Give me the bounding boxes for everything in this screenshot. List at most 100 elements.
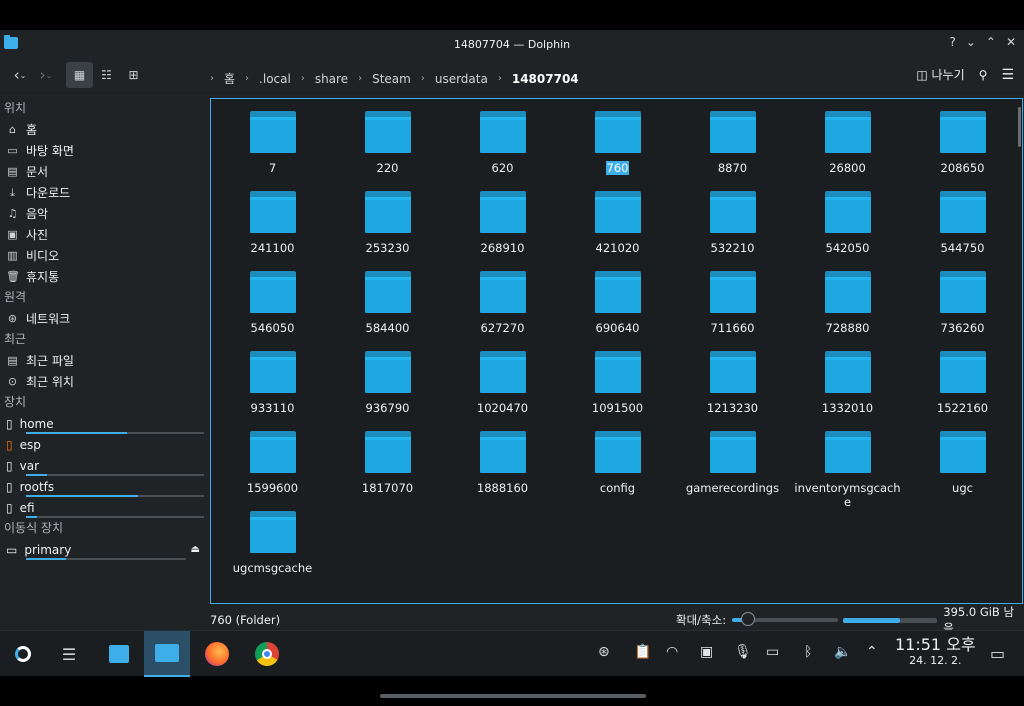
folder-item[interactable]: 1817070: [330, 431, 445, 511]
split-button[interactable]: ◫ 나누기: [916, 66, 964, 83]
wifi-icon[interactable]: ◠: [666, 644, 678, 660]
device-esp[interactable]: ▯ esp: [0, 434, 208, 455]
vertical-scrollbar[interactable]: [1017, 99, 1022, 603]
volume-icon[interactable]: 🔈: [834, 644, 851, 660]
icons-view-button[interactable]: ▦: [66, 62, 93, 88]
sidebar-item-recent-locations[interactable]: ⊙ 최근 위치: [0, 371, 208, 392]
sidebar-item-desktop[interactable]: ▭ 바탕 화면: [0, 140, 208, 161]
sidebar-item-documents[interactable]: ▤ 문서: [0, 161, 208, 182]
folder-item[interactable]: 933110: [215, 351, 330, 431]
sidebar-item-downloads[interactable]: ⤓ 다운로드: [0, 182, 208, 203]
folder-item[interactable]: 627270: [445, 271, 560, 351]
folder-item[interactable]: 711660: [675, 271, 790, 351]
folder-item[interactable]: 1888160: [445, 431, 560, 511]
folder-icon: [249, 271, 296, 313]
folder-item[interactable]: 1332010: [790, 351, 905, 431]
breadcrumb-local[interactable]: .local: [259, 72, 291, 86]
sidebar-item-trash[interactable]: 🗑 휴지통: [0, 266, 208, 287]
folder-item[interactable]: ugc: [905, 431, 1020, 511]
folder-item[interactable]: 1091500: [560, 351, 675, 431]
help-button[interactable]: ?: [949, 35, 955, 49]
folder-item[interactable]: 584400: [330, 271, 445, 351]
window-titlebar[interactable]: 14807704 — Dolphin ? ⌄ ⌃ ✕: [0, 30, 1024, 58]
folder-item[interactable]: inventorymsgcache: [790, 431, 905, 511]
scrollbar-thumb[interactable]: [1018, 107, 1021, 147]
folder-item[interactable]: gamerecordings: [675, 431, 790, 511]
microphone-icon[interactable]: 🎙: [734, 644, 752, 660]
chrome-button[interactable]: [244, 631, 290, 677]
clipboard-icon[interactable]: 📋: [634, 644, 651, 660]
folder-item[interactable]: 620: [445, 111, 560, 191]
sidebar-item-pictures[interactable]: ▣ 사진: [0, 224, 208, 245]
folder-item[interactable]: 1213230: [675, 351, 790, 431]
zoom-slider[interactable]: [732, 612, 839, 626]
show-desktop-icon[interactable]: ▭: [990, 644, 1005, 663]
clock[interactable]: 11:51 오후 24. 12. 2.: [895, 637, 976, 669]
maximize-button[interactable]: ⌃: [986, 35, 996, 49]
dolphin-task-button[interactable]: [144, 631, 190, 677]
compact-view-button[interactable]: ☷: [93, 62, 120, 88]
forward-button[interactable]: › ⌄: [36, 62, 56, 88]
folder-item[interactable]: 690640: [560, 271, 675, 351]
device-efi[interactable]: ▯ efi: [0, 497, 208, 518]
folder-item[interactable]: 736260: [905, 271, 1020, 351]
folder-item[interactable]: 7: [215, 111, 330, 191]
folder-item[interactable]: 268910: [445, 191, 560, 271]
eject-icon[interactable]: ⏏: [191, 544, 200, 555]
folder-icon: [479, 111, 526, 153]
folder-item[interactable]: 253230: [330, 191, 445, 271]
folder-item[interactable]: ugcmsgcache: [215, 511, 330, 591]
sidebar-item-network[interactable]: ⊛ 네트워크: [0, 308, 208, 329]
breadcrumb-current[interactable]: 14807704: [512, 72, 579, 86]
breadcrumb-home[interactable]: 홈: [224, 70, 235, 87]
folder-item[interactable]: 542050: [790, 191, 905, 271]
breadcrumb-userdata[interactable]: userdata: [435, 72, 488, 86]
device-primary[interactable]: ▭ primary ⏏: [0, 539, 208, 560]
search-icon[interactable]: ⚲: [979, 68, 988, 82]
device-home[interactable]: ▯ home: [0, 413, 208, 434]
sidebar-item-music[interactable]: ♫ 음악: [0, 203, 208, 224]
folder-label: 542050: [792, 241, 904, 255]
chevron-right-icon[interactable]: ›: [210, 73, 214, 84]
folder-item[interactable]: 421020: [560, 191, 675, 271]
sidebar-item-videos[interactable]: ▥ 비디오: [0, 245, 208, 266]
device-var[interactable]: ▯ var: [0, 455, 208, 476]
file-view[interactable]: 7 220 620 760 8870 26800 208650 241100 253230 268…: [210, 98, 1023, 604]
folder-item[interactable]: 1599600: [215, 431, 330, 511]
folder-item[interactable]: 546050: [215, 271, 330, 351]
discover-button[interactable]: [96, 631, 142, 677]
back-button[interactable]: ‹ ⌄: [10, 62, 30, 88]
sidebar-item-home[interactable]: ⌂ 홈: [0, 119, 208, 140]
battery-icon[interactable]: ▭: [766, 644, 779, 660]
storage-device-icon[interactable]: ▣: [700, 644, 713, 660]
sidebar-item-recent-files[interactable]: ▤ 최근 파일: [0, 350, 208, 371]
breadcrumb-share[interactable]: share: [315, 72, 348, 86]
folder-item[interactable]: 241100: [215, 191, 330, 271]
app-launcher-button[interactable]: [0, 631, 46, 677]
folder-item[interactable]: 760: [560, 111, 675, 191]
minimize-button[interactable]: ⌄: [966, 35, 976, 49]
folder-item[interactable]: config: [560, 431, 675, 511]
bluetooth-icon[interactable]: ᛒ: [804, 644, 812, 660]
folder-item[interactable]: 26800: [790, 111, 905, 191]
folder-item[interactable]: 532210: [675, 191, 790, 271]
details-view-button[interactable]: ⊞: [120, 62, 147, 88]
steam-tray-icon[interactable]: ⊛: [598, 644, 610, 660]
hamburger-menu-icon[interactable]: ☰: [1001, 67, 1014, 83]
folder-item[interactable]: 1522160: [905, 351, 1020, 431]
folder-item[interactable]: 544750: [905, 191, 1020, 271]
device-rootfs[interactable]: ▯ rootfs: [0, 476, 208, 497]
firefox-button[interactable]: [194, 631, 240, 677]
folder-item[interactable]: 220: [330, 111, 445, 191]
folder-item[interactable]: 1020470: [445, 351, 560, 431]
close-button[interactable]: ✕: [1006, 35, 1016, 49]
folder-item[interactable]: 936790: [330, 351, 445, 431]
window-title: 14807704 — Dolphin: [453, 38, 571, 51]
folder-item[interactable]: 8870: [675, 111, 790, 191]
breadcrumb-steam[interactable]: Steam: [372, 72, 411, 86]
system-settings-button[interactable]: ☰: [46, 631, 92, 677]
show-hidden-icons-icon[interactable]: ⌃: [866, 644, 878, 660]
folder-item[interactable]: 728880: [790, 271, 905, 351]
folder-item[interactable]: 208650: [905, 111, 1020, 191]
zoom-slider-handle[interactable]: [740, 612, 755, 626]
